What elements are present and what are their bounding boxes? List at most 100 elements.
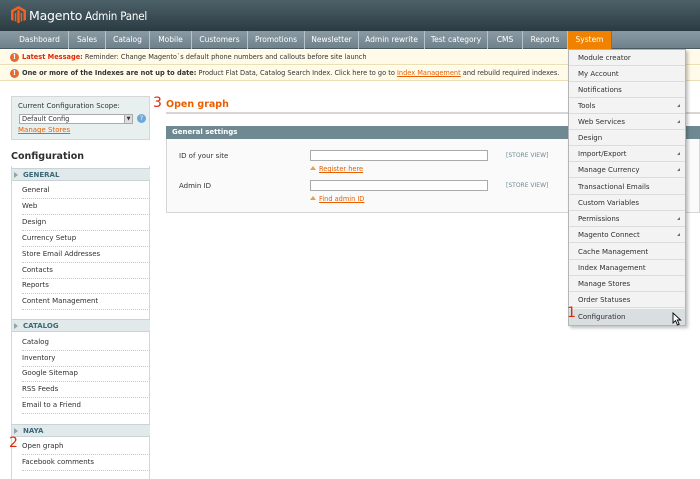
index-management-link[interactable]: Index Management xyxy=(397,69,461,77)
menu-item-web-services[interactable]: Web Services xyxy=(569,114,685,130)
menu-item-configuration[interactable]: Configuration xyxy=(569,309,685,325)
menu-label: Permissions xyxy=(578,215,620,223)
menu-item-tools[interactable]: Tools xyxy=(569,98,685,114)
menu-item-transactional-emails[interactable]: Transactional Emails xyxy=(569,179,685,195)
section-catalog[interactable]: CATALOG xyxy=(12,319,150,332)
main-nav: Dashboard Sales Catalog Mobile Customers… xyxy=(0,31,700,49)
latest-message-text: Reminder: Change Magento`s default phone… xyxy=(84,53,367,61)
menu-item-import-export[interactable]: Import/Export xyxy=(569,146,685,162)
nav-promotions[interactable]: Promotions xyxy=(248,31,305,49)
menu-label: Cache Management xyxy=(578,248,649,256)
section-naya[interactable]: NAYA xyxy=(12,424,150,437)
annotation-step-1: 1 xyxy=(567,305,576,321)
menu-item-order-statuses[interactable]: Order Statuses xyxy=(569,292,685,308)
menu-label: Manage Currency xyxy=(578,166,640,174)
chevron-down-icon: ▼ xyxy=(124,115,132,123)
menu-label: Import/Export xyxy=(578,150,627,158)
sidebar-item-catalog[interactable]: Catalog xyxy=(22,336,148,351)
mouse-pointer-icon xyxy=(672,312,682,326)
sidebar-item-email-friend[interactable]: Email to a Friend xyxy=(22,399,148,414)
menu-label: Module creator xyxy=(578,54,631,62)
nav-sales[interactable]: Sales xyxy=(69,31,106,49)
menu-label: Design xyxy=(578,134,603,142)
section-label: GENERAL xyxy=(23,171,60,179)
menu-label: My Account xyxy=(578,70,619,78)
nav-catalog[interactable]: Catalog xyxy=(106,31,150,49)
header: Magento Admin Panel xyxy=(0,0,700,31)
help-icon[interactable]: ? xyxy=(137,114,146,123)
sidebar-item-facebook-comments[interactable]: Facebook comments xyxy=(22,456,148,471)
nav-admin-rewrite[interactable]: Admin rewrite xyxy=(359,31,425,49)
sidebar-item-currency-setup[interactable]: Currency Setup xyxy=(22,232,148,247)
admin-id-input[interactable] xyxy=(310,180,488,191)
alert-icon: ! xyxy=(10,69,19,78)
nav-test-category[interactable]: Test category xyxy=(425,31,488,49)
manage-stores-link[interactable]: Manage Stores xyxy=(18,126,70,134)
sidebar-item-store-email[interactable]: Store Email Addresses xyxy=(22,248,148,263)
annotation-step-2: 2 xyxy=(9,435,18,451)
nav-reports[interactable]: Reports xyxy=(523,31,568,49)
sidebar-item-google-sitemap[interactable]: Google Sitemap xyxy=(22,367,148,382)
menu-item-my-account[interactable]: My Account xyxy=(569,66,685,82)
submenu-arrow-icon xyxy=(677,168,680,171)
logo-text: Magento Admin Panel xyxy=(29,8,147,23)
site-id-label: ID of your site xyxy=(179,152,229,160)
alert-icon: ! xyxy=(10,53,19,62)
triangle-right-icon xyxy=(14,323,18,329)
menu-item-permissions[interactable]: Permissions xyxy=(569,211,685,227)
menu-label: Notifications xyxy=(578,86,622,94)
menu-item-index-management[interactable]: Index Management xyxy=(569,260,685,276)
nav-customers[interactable]: Customers xyxy=(192,31,248,49)
nav-dashboard[interactable]: Dashboard xyxy=(11,31,69,49)
register-here-label: Register here xyxy=(319,165,364,173)
logo-sub: Admin Panel xyxy=(85,8,148,23)
triangle-right-icon xyxy=(14,172,18,178)
admin-id-scope: [STORE VIEW] xyxy=(506,182,549,189)
sidebar-item-open-graph[interactable]: Open graph xyxy=(22,440,148,455)
menu-item-design[interactable]: Design xyxy=(569,130,685,146)
sidebar-item-inventory[interactable]: Inventory xyxy=(22,352,148,367)
find-admin-id-link[interactable]: Find admin ID xyxy=(310,195,364,203)
scope-label: Current Configuration Scope: xyxy=(18,102,120,110)
menu-item-cache-management[interactable]: Cache Management xyxy=(569,244,685,260)
index-message-text: Product Flat Data, Catalog Search Index.… xyxy=(198,69,395,77)
menu-label: Magento Connect xyxy=(578,231,640,239)
menu-item-custom-variables[interactable]: Custom Variables xyxy=(569,195,685,211)
site-id-input[interactable] xyxy=(310,150,488,161)
nav-cms[interactable]: CMS xyxy=(488,31,523,49)
sidebar-item-design[interactable]: Design xyxy=(22,216,148,231)
scope-switcher: Current Configuration Scope: Default Con… xyxy=(11,96,150,140)
menu-label: Custom Variables xyxy=(578,199,640,207)
submenu-arrow-icon xyxy=(677,104,680,107)
submenu-arrow-icon xyxy=(677,120,680,123)
menu-label: Tools xyxy=(578,102,596,110)
sidebar-item-web[interactable]: Web xyxy=(22,200,148,215)
magento-logo-icon xyxy=(11,6,26,24)
menu-item-manage-currency[interactable]: Manage Currency xyxy=(569,162,685,178)
nav-mobile[interactable]: Mobile xyxy=(150,31,192,49)
section-label: NAYA xyxy=(23,427,44,435)
scope-select[interactable]: Default Config ▼ xyxy=(19,114,133,124)
submenu-arrow-icon xyxy=(677,233,680,236)
sidebar-item-rss-feeds[interactable]: RSS Feeds xyxy=(22,383,148,398)
section-general[interactable]: GENERAL xyxy=(12,168,150,181)
menu-item-magento-connect[interactable]: Magento Connect xyxy=(569,227,685,243)
site-id-scope: [STORE VIEW] xyxy=(506,152,549,159)
sidebar-item-general[interactable]: General xyxy=(22,184,148,199)
nav-newsletter[interactable]: Newsletter xyxy=(305,31,359,49)
menu-item-module-creator[interactable]: Module creator xyxy=(569,50,685,66)
sidebar-item-reports[interactable]: Reports xyxy=(22,279,148,294)
nav-system[interactable]: System xyxy=(568,31,612,49)
logo[interactable]: Magento Admin Panel xyxy=(11,6,147,24)
sidebar-item-contacts[interactable]: Contacts xyxy=(22,264,148,279)
index-message-tail: and rebuild required indexes. xyxy=(462,69,560,77)
sidebar-item-content-management[interactable]: Content Management xyxy=(22,295,148,310)
submenu-arrow-icon xyxy=(677,152,680,155)
menu-label: Transactional Emails xyxy=(578,183,650,191)
menu-item-manage-stores[interactable]: Manage Stores xyxy=(569,276,685,292)
menu-label: Order Statuses xyxy=(578,296,631,304)
section-label: CATALOG xyxy=(23,322,59,330)
latest-message-label: Latest Message: xyxy=(22,53,83,61)
register-here-link[interactable]: Register here xyxy=(310,165,363,173)
menu-item-notifications[interactable]: Notifications xyxy=(569,82,685,98)
